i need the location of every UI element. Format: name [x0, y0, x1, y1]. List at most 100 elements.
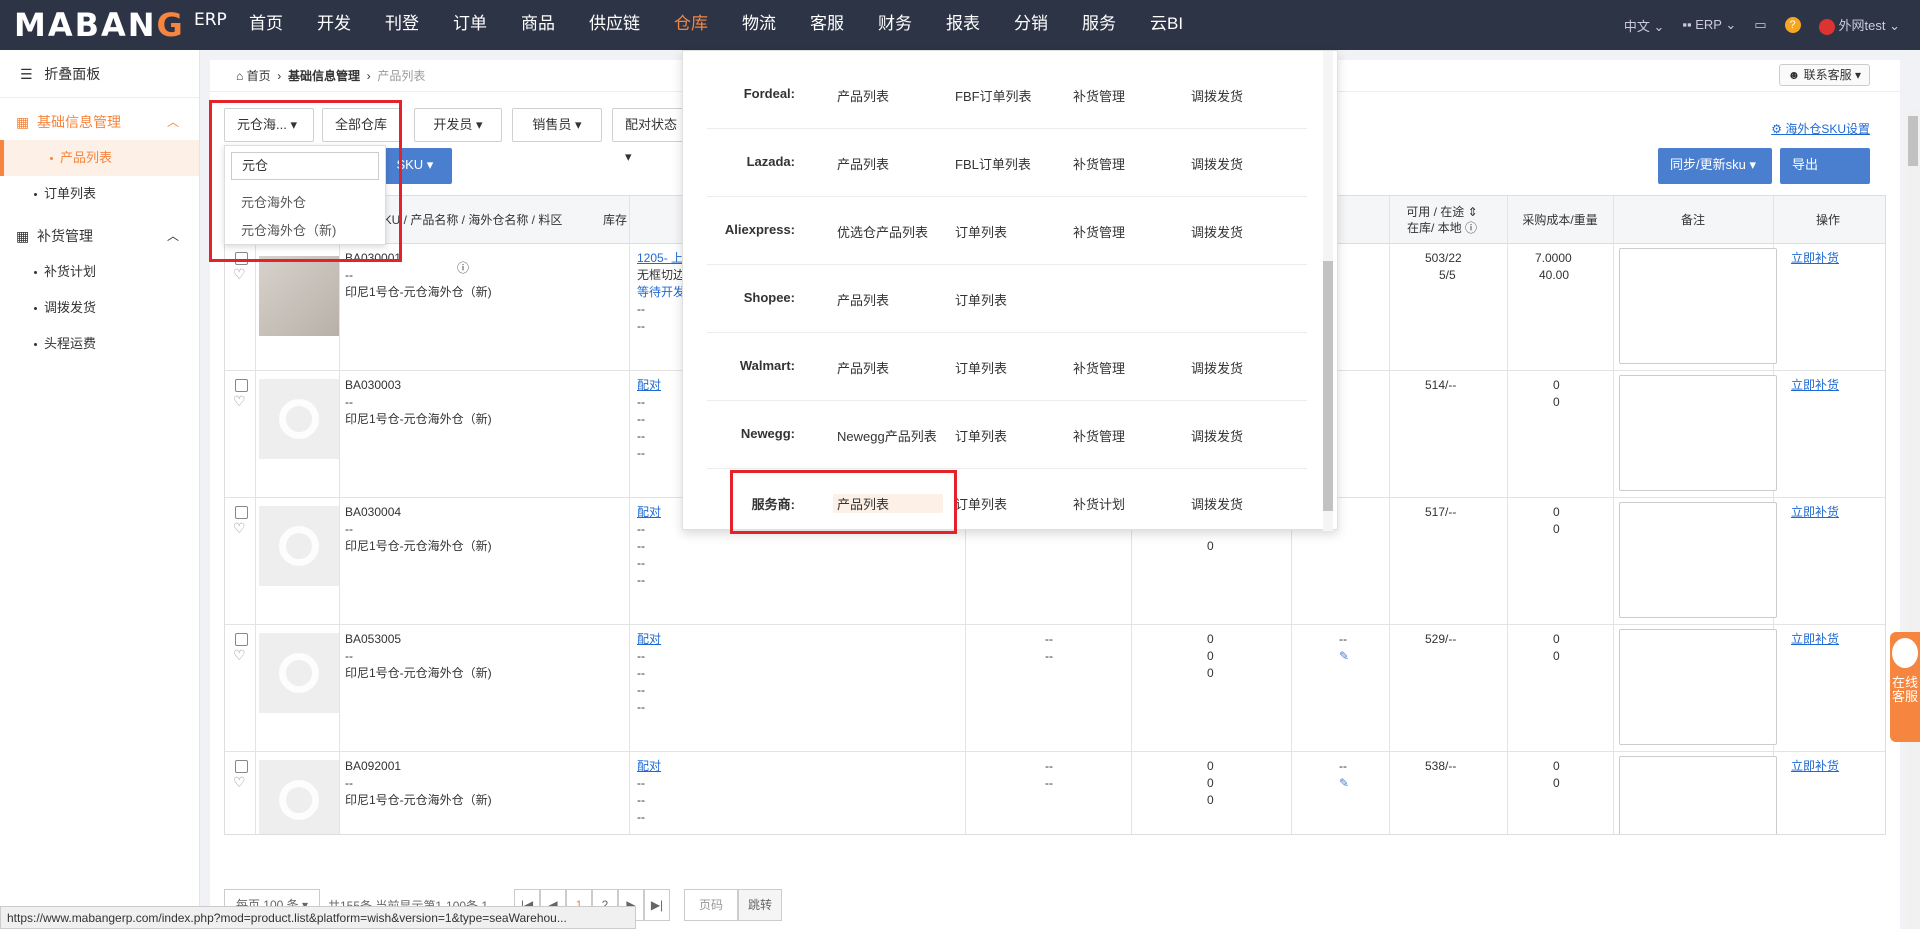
menu-link[interactable]: 补货管理 [1073, 154, 1125, 173]
seller-filter[interactable]: 销售员 ▾ [512, 108, 602, 142]
replenish-now-link[interactable]: 立即补货 [1791, 504, 1839, 521]
menu-link[interactable]: 调拨发货 [1191, 86, 1243, 105]
menu-platform-row: Fordeal: 产品列表 FBF订单列表 补货管理 调拨发货 [707, 61, 1307, 129]
menu-link[interactable]: 订单列表 [955, 358, 1007, 377]
nav-distribution[interactable]: 分销 [997, 0, 1065, 50]
nav-home[interactable]: 首页 [232, 0, 300, 50]
page-number-input[interactable]: 页码 [684, 889, 738, 921]
page-scrollbar[interactable] [1906, 110, 1920, 929]
help-icon[interactable]: ? [1784, 17, 1801, 33]
user-menu[interactable]: 外网test ⌄ [1818, 15, 1900, 35]
menu-link[interactable]: Newegg产品列表 [837, 426, 937, 445]
menu-link[interactable]: 调拨发货 [1191, 154, 1243, 173]
language-select[interactable]: 中文 ⌄ [1624, 16, 1665, 35]
menu-link[interactable]: 调拨发货 [1191, 426, 1243, 445]
menu-link[interactable]: 补货计划 [1073, 494, 1125, 513]
menu-link[interactable]: 补货管理 [1073, 222, 1125, 241]
replenish-now-link[interactable]: 立即补货 [1791, 758, 1839, 775]
row-checkbox[interactable] [235, 379, 248, 392]
nav-customer-service[interactable]: 客服 [793, 0, 861, 50]
nav-supply-chain[interactable]: 供应链 [572, 0, 657, 50]
sidebar-group-basic-info[interactable]: ▦ 基础信息管理 ︿ [0, 104, 199, 140]
breadcrumb-section[interactable]: 基础信息管理 [288, 69, 360, 83]
favorite-heart-icon[interactable]: ♡ [233, 774, 246, 791]
note-textarea[interactable] [1619, 502, 1777, 618]
sidebar-item-order-list[interactable]: 订单列表 [0, 176, 199, 212]
nav-develop[interactable]: 开发 [300, 0, 368, 50]
menu-link[interactable]: 产品列表 [837, 154, 889, 173]
sidebar-item-product-list[interactable]: 产品列表 [0, 140, 199, 176]
fold-panel-button[interactable]: ☰ 折叠面板 [0, 50, 199, 98]
menu-scrollbar[interactable] [1323, 51, 1333, 531]
pair-link[interactable]: 1205- 上 [637, 250, 683, 267]
favorite-heart-icon[interactable]: ♡ [233, 647, 246, 664]
menu-link[interactable]: FBF订单列表 [955, 86, 1032, 105]
product-image[interactable] [259, 256, 339, 336]
export-excel-button[interactable]: 导出EXCEL ▾ [1780, 148, 1870, 206]
replenish-now-link[interactable]: 立即补货 [1791, 631, 1839, 648]
row-checkbox[interactable] [235, 633, 248, 646]
breadcrumb-home[interactable]: 首页 [247, 69, 271, 83]
replenish-now-link[interactable]: 立即补货 [1791, 250, 1839, 267]
note-textarea[interactable] [1619, 375, 1777, 491]
jump-button[interactable]: 跳转 [738, 889, 782, 921]
overseas-sku-settings-link[interactable]: ⚙ 海外仓SKU设置 [1771, 120, 1870, 137]
menu-link[interactable]: 补货管理 [1073, 426, 1125, 445]
menu-link[interactable]: 订单列表 [955, 426, 1007, 445]
edit-icon[interactable]: ✎ [1339, 648, 1349, 665]
nav-reports[interactable]: 报表 [929, 0, 997, 50]
menu-link[interactable]: FBL订单列表 [955, 154, 1031, 173]
menu-link[interactable]: 补货管理 [1073, 86, 1125, 105]
pair-link[interactable]: 配对 [637, 631, 661, 648]
favorite-heart-icon[interactable]: ♡ [233, 520, 246, 537]
row-checkbox[interactable] [235, 506, 248, 519]
nav-cloud-bi[interactable]: 云BI [1133, 0, 1200, 50]
edit-icon[interactable]: ✎ [1339, 775, 1349, 792]
nav-logistics[interactable]: 物流 [725, 0, 793, 50]
mabang-logo[interactable]: MABANG ERP [14, 6, 227, 44]
menu-link[interactable]: 优选仓产品列表 [837, 222, 928, 241]
note-textarea[interactable] [1619, 629, 1777, 745]
menu-link[interactable]: 订单列表 [955, 494, 1007, 513]
pair-link[interactable]: 配对 [637, 504, 661, 521]
favorite-heart-icon[interactable]: ♡ [233, 393, 246, 410]
online-service-widget[interactable]: 在线客服 [1890, 632, 1920, 742]
menu-link[interactable]: 调拨发货 [1191, 222, 1243, 241]
header-available[interactable]: 可用 / 在途 ⇕ 在库/ 本地 ⓘ [1387, 196, 1497, 244]
contact-service-button[interactable]: ☻ 联系客服 ▾ [1778, 64, 1870, 86]
note-textarea[interactable] [1619, 248, 1777, 364]
message-icon[interactable]: ▭ [1754, 17, 1766, 33]
system-select[interactable]: ▪▪ ERP ⌄ [1682, 17, 1736, 33]
nav-finance[interactable]: 财务 [861, 0, 929, 50]
menu-link[interactable]: 产品列表 [837, 290, 889, 309]
menu-link[interactable]: 调拨发货 [1191, 494, 1243, 513]
sidebar-group-replenishment[interactable]: ▦ 补货管理 ︿ [0, 218, 199, 254]
pair-link[interactable]: 配对 [637, 758, 661, 775]
favorite-heart-icon[interactable]: ♡ [233, 266, 246, 283]
menu-link[interactable]: 调拨发货 [1191, 358, 1243, 377]
menu-link[interactable]: 产品列表 [837, 86, 889, 105]
sidebar-item-replenish-plan[interactable]: 补货计划 [0, 254, 199, 290]
menu-link[interactable]: 补货管理 [1073, 358, 1125, 377]
nav-products[interactable]: 商品 [504, 0, 572, 50]
nav-warehouse[interactable]: 仓库 [657, 0, 725, 50]
match-status-filter[interactable]: 配对状态▾ [612, 108, 692, 164]
menu-link[interactable]: 产品列表 [837, 358, 889, 377]
last-page-button[interactable]: ▶| [644, 889, 670, 921]
sync-update-sku-button[interactable]: 同步/更新sku ▾ [1658, 148, 1772, 184]
menu-link[interactable]: 订单列表 [955, 290, 1007, 309]
sidebar-item-first-leg-freight[interactable]: 头程运费 [0, 326, 199, 362]
pair-link[interactable]: 配对 [637, 377, 661, 394]
nav-orders[interactable]: 订单 [436, 0, 504, 50]
row-checkbox[interactable] [235, 760, 248, 773]
nav-listing[interactable]: 刊登 [368, 0, 436, 50]
stock-line: -- [637, 793, 645, 807]
nav-services[interactable]: 服务 [1065, 0, 1133, 50]
sidebar-item-transfer-shipping[interactable]: 调拨发货 [0, 290, 199, 326]
menu-link[interactable]: 订单列表 [955, 222, 1007, 241]
header-action: 操作 [1773, 196, 1883, 244]
note-textarea[interactable] [1619, 756, 1777, 834]
developer-filter[interactable]: 开发员 ▾ [414, 108, 502, 142]
replenish-now-link[interactable]: 立即补货 [1791, 377, 1839, 394]
chevron-up-icon: ︿ [166, 115, 179, 129]
